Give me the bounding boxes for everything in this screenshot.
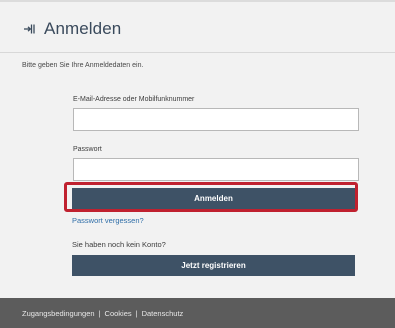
footer-links: Zugangsbedingungen | Cookies | Datenschu… [22,309,183,318]
email-label: E-Mail-Adresse oder Mobilfunknummer [73,96,195,103]
instruction-text: Bitte geben Sie Ihre Anmeldedaten ein. [22,62,144,69]
forgot-password-link[interactable]: Passwort vergessen? [72,216,144,225]
footer-separator: | [98,308,101,318]
footer: Zugangsbedingungen | Cookies | Datenschu… [0,298,395,328]
page-title: Anmelden [44,19,122,38]
footer-link-privacy[interactable]: Datenschutz [142,309,184,318]
login-icon [22,21,38,37]
footer-separator: | [135,308,138,318]
page-header: Anmelden [22,14,121,44]
footer-link-terms[interactable]: Zugangsbedingungen [22,309,95,318]
register-button[interactable]: Jetzt registrieren [72,255,355,276]
top-border [0,0,395,2]
login-button[interactable]: Anmelden [72,188,355,209]
password-label: Passwort [73,146,102,153]
login-page: Anmelden Bitte geben Sie Ihre Anmeldedat… [0,0,395,328]
login-form: E-Mail-Adresse oder Mobilfunknummer Pass… [73,95,359,195]
email-field[interactable] [73,108,359,131]
no-account-text: Sie haben noch kein Konto? [72,240,166,249]
header-divider [0,52,395,53]
password-field[interactable] [73,158,359,181]
footer-link-cookies[interactable]: Cookies [105,309,132,318]
